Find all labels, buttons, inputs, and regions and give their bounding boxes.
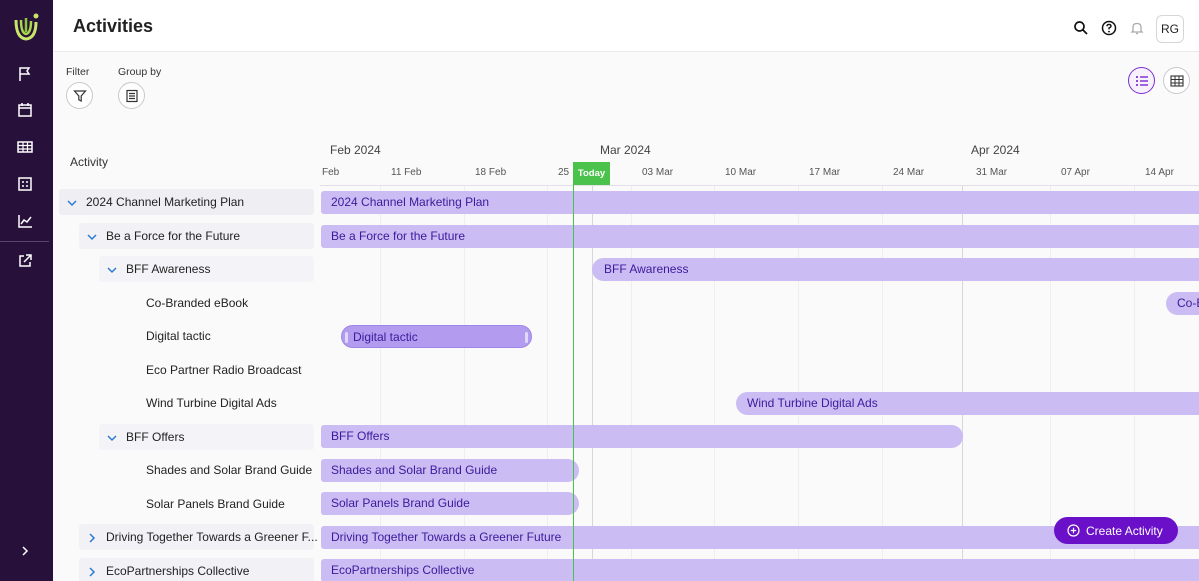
tree-row-label[interactable]: Be a Force for the Future: [106, 229, 240, 243]
tree-row-label[interactable]: 2024 Channel Marketing Plan: [86, 195, 244, 209]
week-label: 17 Mar: [809, 167, 841, 178]
today-badge: Today: [573, 162, 610, 185]
plus-circle-icon: [1067, 524, 1080, 537]
gantt-bar[interactable]: Be a Force for the Future: [321, 225, 1199, 248]
group-by-icon: [125, 89, 138, 102]
expand-sidebar-icon[interactable]: [16, 542, 34, 560]
tree-row-label[interactable]: EcoPartnerships Collective: [106, 564, 249, 578]
gantt-bar-label: Digital tactic: [353, 330, 418, 344]
today-line: [573, 162, 574, 581]
search-icon[interactable]: [1073, 20, 1089, 36]
tree-row-label[interactable]: Driving Together Towards a Greener F...: [106, 530, 318, 544]
week-label: 10 Mar: [725, 167, 757, 178]
month-label: Apr 2024: [971, 143, 1020, 157]
tree-row-label[interactable]: Eco Partner Radio Broadcast: [146, 363, 301, 377]
gantt-bar[interactable]: Shades and Solar Brand Guide: [321, 459, 579, 482]
group-by-label: Group by: [118, 66, 162, 78]
top-header: Activities RG: [53, 0, 1199, 52]
flag-icon[interactable]: [16, 65, 34, 83]
week-label: 25: [558, 167, 570, 178]
month-label: Mar 2024: [600, 143, 651, 157]
create-activity-button[interactable]: Create Activity: [1054, 517, 1178, 544]
week-label: 31 Mar: [976, 167, 1008, 178]
week-label: 24 Mar: [893, 167, 925, 178]
group-by-button[interactable]: [118, 82, 145, 109]
list-icon: [1135, 75, 1148, 86]
week-label: 11 Feb: [391, 167, 422, 178]
gantt-bar[interactable]: Wind Turbine Digital Ads: [736, 392, 1199, 415]
chevron-down-icon[interactable]: [107, 265, 117, 275]
tree-row-label[interactable]: Solar Panels Brand Guide: [146, 497, 285, 511]
week-label: 07 Apr: [1061, 167, 1090, 178]
create-activity-label: Create Activity: [1086, 523, 1163, 538]
resize-handle-right[interactable]: [525, 332, 528, 343]
activity-column-header: Activity: [70, 155, 109, 169]
gantt-bar[interactable]: 2024 Channel Marketing Plan: [321, 191, 1199, 214]
tree-row-label[interactable]: Wind Turbine Digital Ads: [146, 396, 277, 410]
bell-icon[interactable]: [1129, 20, 1145, 36]
help-icon[interactable]: [1101, 20, 1117, 36]
left-sidebar: [0, 0, 53, 581]
resize-handle-left[interactable]: [345, 332, 348, 343]
week-label: 03 Mar: [642, 167, 674, 178]
gantt-bar[interactable]: Solar Panels Brand Guide: [321, 492, 579, 515]
chart-icon[interactable]: [16, 212, 34, 230]
chevron-down-icon[interactable]: [67, 198, 77, 208]
filter-button[interactable]: [66, 82, 93, 109]
filter-icon: [72, 89, 87, 102]
gantt-bar-selected[interactable]: Digital tactic: [341, 325, 532, 348]
tree-row-label[interactable]: BFF Offers: [126, 430, 184, 444]
week-label: 14 Apr: [1145, 167, 1174, 178]
gantt-bar[interactable]: BFF Offers: [321, 425, 963, 448]
tree-row-label[interactable]: Shades and Solar Brand Guide: [146, 463, 312, 477]
tree-row-label[interactable]: Co-Branded eBook: [146, 296, 248, 310]
tree-row-label[interactable]: BFF Awareness: [126, 262, 210, 276]
board-icon[interactable]: [16, 175, 34, 193]
app-logo-icon[interactable]: [12, 12, 40, 44]
chevron-down-icon[interactable]: [107, 433, 117, 443]
sidebar-divider: [0, 241, 49, 242]
filter-label: Filter: [66, 66, 90, 78]
grid-view-button[interactable]: [1163, 67, 1190, 94]
avatar[interactable]: RG: [1156, 15, 1184, 43]
calendar-icon[interactable]: [16, 101, 34, 119]
month-label: Feb 2024: [330, 143, 381, 157]
tree-row-label[interactable]: Digital tactic: [146, 329, 211, 343]
gantt-bar[interactable]: EcoPartnerships Collective: [321, 559, 1199, 581]
list-view-button[interactable]: [1128, 67, 1155, 94]
timeline-header-divider: [320, 185, 1199, 186]
gantt-bar[interactable]: Co-B: [1166, 292, 1199, 315]
page-title: Activities: [73, 16, 154, 36]
table-view-icon: [1169, 74, 1184, 87]
week-label: 18 Feb: [475, 167, 507, 178]
week-label: Feb: [322, 167, 340, 178]
external-link-icon[interactable]: [16, 252, 34, 270]
chevron-right-icon[interactable]: [87, 533, 97, 543]
gantt-bar[interactable]: BFF Awareness: [592, 258, 1199, 281]
chevron-down-icon[interactable]: [87, 232, 97, 242]
chevron-right-icon[interactable]: [87, 567, 97, 577]
table-icon[interactable]: [16, 138, 34, 156]
